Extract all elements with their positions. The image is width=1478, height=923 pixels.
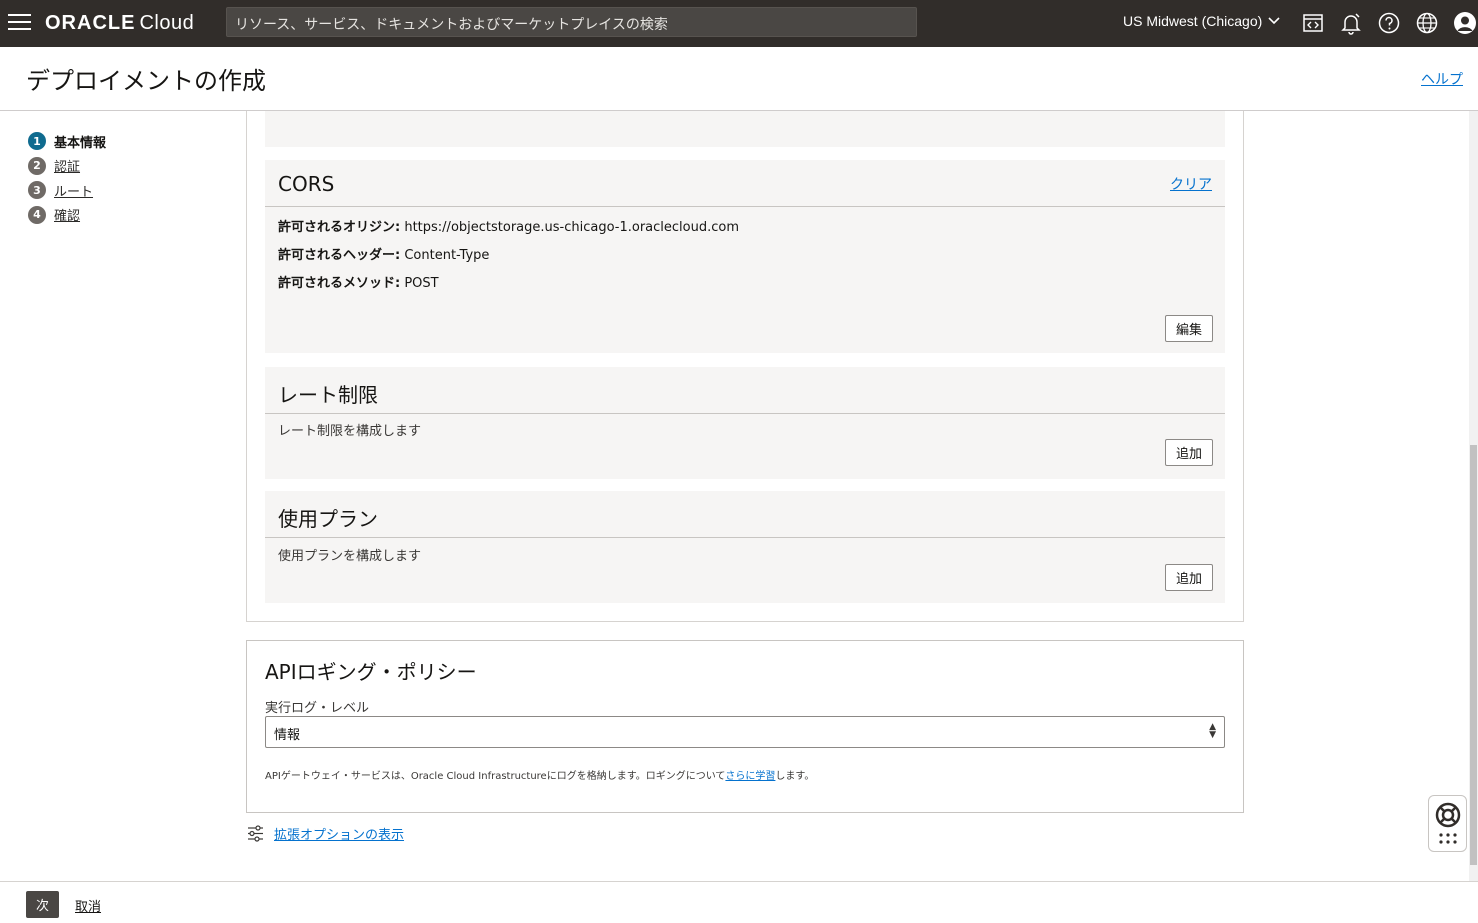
previous-section-remainder (265, 111, 1225, 147)
select-arrows-icon: ▲ ▼ (1209, 722, 1216, 740)
step-authentication[interactable]: 2 認証 (28, 154, 106, 179)
oracle-cloud-logo[interactable]: ORACLE Cloud (45, 12, 194, 35)
step-number: 4 (28, 205, 46, 224)
usage-plan-title: 使用プラン (278, 507, 378, 531)
usage-plan-panel-header: 使用プラン (265, 491, 1225, 538)
logging-note-suffix: します。 (775, 771, 815, 782)
step-number: 3 (28, 181, 46, 200)
globe-icon[interactable] (1415, 11, 1439, 35)
cors-clear-link[interactable]: クリア (1170, 174, 1212, 194)
cors-edit-button[interactable]: 編集 (1164, 315, 1213, 342)
step-label: 基本情報 (54, 135, 107, 151)
step-label: 確認 (54, 209, 81, 225)
lifebuoy-icon (1435, 802, 1461, 828)
region-selector[interactable]: US Midwest (Chicago) (1123, 13, 1280, 29)
usage-plan-panel: 使用プラン 使用プランを構成します 追加 (265, 491, 1225, 603)
cors-headers-label: 許可されるヘッダー: (278, 248, 401, 263)
wizard-footer: 次 取消 (0, 881, 1478, 923)
logo-main: ORACLE (45, 12, 136, 34)
step-review[interactable]: 4 確認 (28, 203, 106, 228)
cors-panel: CORS クリア 許可されるオリジン: https://objectstorag… (265, 160, 1225, 353)
selected-log-level: 情報 (274, 728, 301, 743)
rate-limit-title: レート制限 (278, 383, 378, 407)
rate-limit-description: レート制限を構成します (278, 424, 422, 439)
chevron-down-icon (1268, 17, 1280, 25)
cors-title: CORS (278, 172, 335, 196)
rate-limit-panel: レート制限 レート制限を構成します 追加 (265, 367, 1225, 479)
page-title: デプロイメントの作成 (26, 67, 266, 95)
cors-panel-header: CORS クリア (265, 160, 1225, 207)
wizard-steps: 1 基本情報 2 認証 3 ルート 4 確認 (28, 129, 106, 227)
execution-log-level-label: 実行ログ・レベル (265, 701, 370, 716)
advanced-options-link: 拡張オプションの表示 (274, 828, 405, 843)
rate-limit-add-button[interactable]: 追加 (1164, 439, 1213, 466)
usage-plan-description: 使用プランを構成します (278, 549, 422, 564)
advanced-options-toggle[interactable]: 拡張オプションの表示 (247, 824, 404, 843)
cors-origin-value: https://objectstorage.us-chicago-1.oracl… (404, 220, 739, 235)
api-logging-policy-card: APIロギング・ポリシー 実行ログ・レベル 情報 ▲ ▼ APIゲートウェイ・サー… (246, 640, 1244, 813)
step-basic-info[interactable]: 1 基本情報 (28, 129, 106, 154)
logging-note-text: APIゲートウェイ・サービスは、Oracle Cloud Infrastruct… (265, 771, 726, 782)
sliders-icon (248, 825, 263, 842)
logo-sub: Cloud (139, 12, 195, 34)
cancel-link[interactable]: 取消 (75, 896, 101, 915)
cors-methods-label: 許可されるメソッド: (278, 276, 401, 291)
cors-methods-value: POST (404, 276, 439, 291)
user-avatar-icon[interactable] (1453, 11, 1477, 35)
cors-headers-value: Content-Type (404, 248, 490, 263)
menu-icon[interactable] (8, 14, 31, 32)
code-editor-icon[interactable] (1301, 11, 1325, 35)
learn-more-link[interactable]: さらに学習 (725, 771, 775, 782)
step-number: 2 (28, 156, 46, 175)
cors-origin-label: 許可されるオリジン: (278, 220, 401, 235)
region-label: US Midwest (Chicago) (1123, 13, 1263, 29)
bell-icon[interactable] (1339, 11, 1363, 35)
cors-methods-row: 許可されるメソッド: POST (278, 272, 439, 291)
top-navigation-bar: ORACLE Cloud リソース、サービス、ドキュメントおよびマーケットプレイス… (0, 0, 1478, 47)
next-button[interactable]: 次 (26, 891, 59, 918)
global-search-input[interactable]: リソース、サービス、ドキュメントおよびマーケットプレイスの検索 (226, 7, 917, 37)
step-routes[interactable]: 3 ルート (28, 178, 106, 203)
step-number: 1 (28, 132, 46, 151)
grid-dots-icon (1439, 833, 1457, 844)
step-label: 認証 (54, 160, 81, 176)
logging-note: APIゲートウェイ・サービスは、Oracle Cloud Infrastruct… (265, 767, 814, 782)
cors-origin-row: 許可されるオリジン: https://objectstorage.us-chic… (278, 216, 739, 235)
help-link[interactable]: ヘルプ (1421, 69, 1463, 89)
page-header: デプロイメントの作成 ヘルプ (0, 47, 1478, 111)
scrollbar-thumb[interactable] (1470, 445, 1477, 865)
usage-plan-add-button[interactable]: 追加 (1164, 564, 1213, 591)
help-circle-icon[interactable] (1377, 11, 1401, 35)
cors-headers-row: 許可されるヘッダー: Content-Type (278, 244, 489, 263)
rate-limit-panel-header: レート制限 (265, 367, 1225, 414)
execution-log-level-select[interactable]: 情報 ▲ ▼ (265, 716, 1225, 748)
logging-title: APIロギング・ポリシー (265, 660, 477, 684)
step-label: ルート (54, 184, 94, 200)
support-widget[interactable] (1428, 795, 1467, 852)
